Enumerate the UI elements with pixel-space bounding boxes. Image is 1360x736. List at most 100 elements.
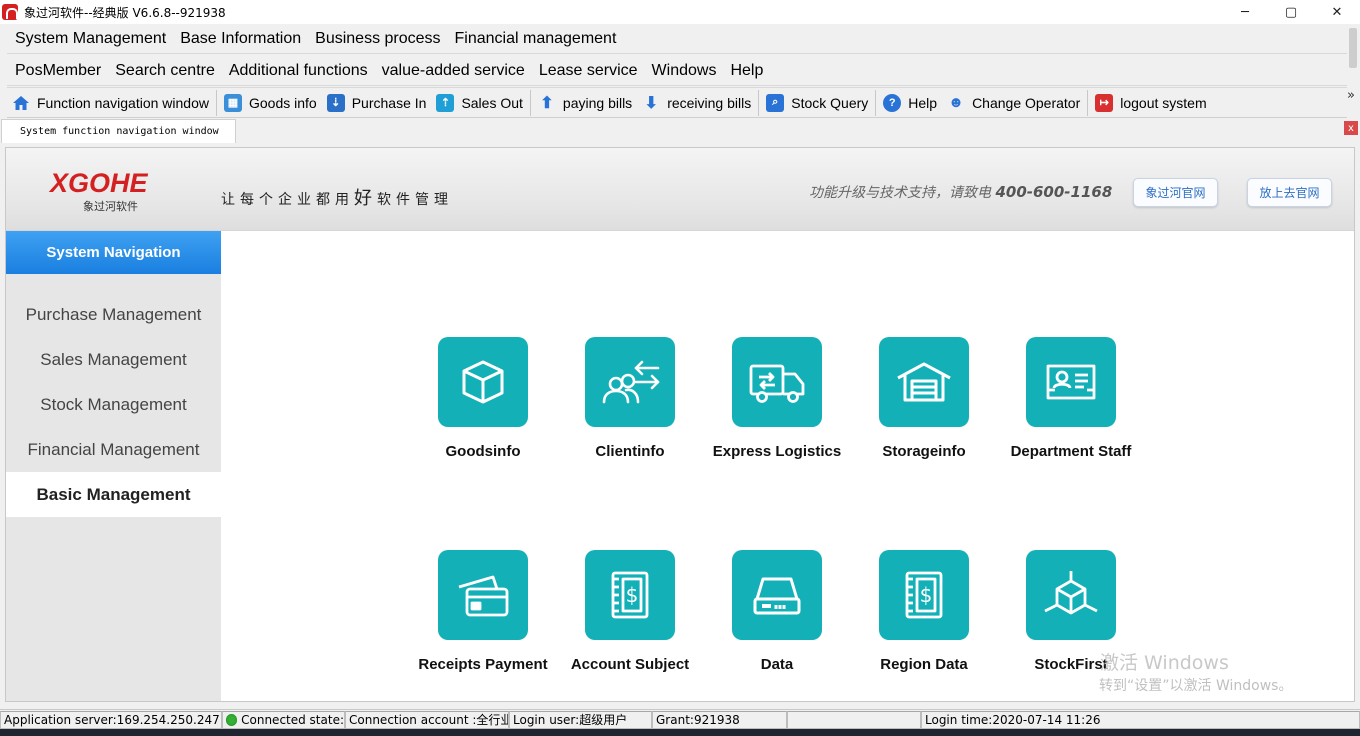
status-empty bbox=[787, 710, 921, 729]
sidebar-item-stock-management[interactable]: Stock Management bbox=[6, 382, 221, 427]
paying-bills-label: paying bills bbox=[562, 94, 633, 111]
sidebar-item-purchase-management[interactable]: Purchase Management bbox=[6, 292, 221, 337]
warehouse-icon bbox=[879, 337, 969, 427]
menu-financial-management[interactable]: Financial management bbox=[455, 30, 617, 48]
goods-info-button[interactable]: ▦ Goods info bbox=[219, 89, 322, 117]
sidebar-item-financial-management[interactable]: Financial Management bbox=[6, 427, 221, 472]
tile-label: Region Data bbox=[880, 656, 968, 673]
tile-label: Data bbox=[760, 656, 794, 673]
brand-logo-subtitle: 象过河软件 bbox=[83, 200, 138, 213]
menu-additional-functions[interactable]: Additional functions bbox=[229, 62, 368, 80]
goods-icon: ▦ bbox=[224, 93, 242, 112]
status-grant: Grant:921938 bbox=[652, 710, 787, 729]
drive-icon bbox=[732, 550, 822, 640]
change-operator-label: Change Operator bbox=[972, 94, 1081, 111]
help-button[interactable]: ? Help bbox=[878, 89, 942, 117]
cloud-site-button[interactable]: 放上去官网 bbox=[1247, 178, 1332, 207]
id-card-icon bbox=[1026, 337, 1116, 427]
window-title: 象过河软件--经典版 V6.6.8--921938 bbox=[24, 5, 226, 20]
brand-logo: XGOHE bbox=[50, 168, 148, 198]
receiving-bills-label: receiving bills bbox=[667, 94, 752, 111]
system-navigation-sidebar: System Navigation Purchase Management Sa… bbox=[6, 231, 221, 701]
menu-scrollbar-thumb[interactable] bbox=[1349, 28, 1357, 68]
activation-watermark-hint: 转到“设置”以激活 Windows。 bbox=[1099, 678, 1293, 694]
cube-icon bbox=[1026, 550, 1116, 640]
stock-query-button[interactable]: ⌕ Stock Query bbox=[761, 89, 873, 117]
stock-query-icon: ⌕ bbox=[766, 93, 785, 112]
change-operator-button[interactable]: ☻ Change Operator bbox=[942, 89, 1085, 117]
logout-button[interactable]: ↦ logout system bbox=[1090, 89, 1211, 117]
paying-bills-icon: ⬆ bbox=[540, 94, 554, 112]
paying-bills-button[interactable]: ⬆ paying bills bbox=[533, 89, 637, 117]
box-icon bbox=[438, 337, 528, 427]
svg-text:$: $ bbox=[626, 583, 639, 607]
tile-label: Express Logistics bbox=[712, 443, 842, 460]
toolbar-overflow-icon[interactable]: » bbox=[1347, 88, 1355, 103]
stock-query-label: Stock Query bbox=[791, 94, 869, 111]
title-bar: 象过河软件--经典版 V6.6.8--921938 ─ ▢ ✕ bbox=[0, 0, 1360, 24]
support-phone: 400-600-1168 bbox=[995, 183, 1113, 201]
slogan-emphasis: 好 bbox=[354, 188, 377, 209]
receiving-bills-icon: ⬇ bbox=[644, 94, 658, 112]
toolbar-divider bbox=[529, 89, 531, 116]
connected-status-icon bbox=[226, 713, 238, 726]
support-info: 功能升级与技术支持，请致电 400-600-1168 bbox=[809, 182, 1112, 202]
status-account: Connection account :全行业 bbox=[345, 710, 509, 729]
taskbar-edge bbox=[0, 729, 1360, 736]
truck-icon bbox=[732, 337, 822, 427]
menu-search-centre[interactable]: Search centre bbox=[115, 62, 215, 80]
menu-bar-primary: System Management Base Information Busin… bbox=[7, 24, 1347, 54]
menu-value-added-service[interactable]: value-added service bbox=[382, 62, 525, 80]
official-site-button[interactable]: 象过河官网 bbox=[1133, 178, 1218, 207]
banner: XGOHE 象过河软件 让每个企业都用好软件管理 功能升级与技术支持，请致电 4… bbox=[6, 148, 1354, 231]
app-logo-icon bbox=[2, 4, 18, 20]
sidebar-header: System Navigation bbox=[6, 231, 221, 274]
tile-label: Receipts Payment bbox=[418, 656, 548, 673]
activation-watermark-title: 激活 Windows bbox=[1100, 652, 1229, 674]
tile-label: Goodsinfo bbox=[445, 443, 521, 460]
help-label: Help bbox=[908, 94, 938, 111]
logout-icon: ↦ bbox=[1095, 93, 1114, 112]
status-connection: Connected state: bbox=[222, 710, 345, 729]
menu-windows[interactable]: Windows bbox=[652, 62, 717, 80]
maximize-button[interactable]: ▢ bbox=[1268, 0, 1314, 24]
purchase-in-icon: ⇣ bbox=[326, 93, 345, 112]
sales-out-button[interactable]: ⇡ Sales Out bbox=[431, 89, 527, 117]
menu-scrollbar[interactable] bbox=[1347, 24, 1360, 118]
close-window-button[interactable]: ✕ bbox=[1314, 0, 1360, 24]
menu-bar-secondary: PosMember Search centre Additional funct… bbox=[7, 56, 1347, 86]
menu-help[interactable]: Help bbox=[730, 62, 763, 80]
sidebar-item-basic-management[interactable]: Basic Management bbox=[6, 472, 221, 517]
purchase-in-button[interactable]: ⇣ Purchase In bbox=[322, 89, 432, 117]
svg-text:$: $ bbox=[920, 583, 933, 607]
menu-system-management[interactable]: System Management bbox=[15, 30, 166, 48]
client-exchange-icon bbox=[585, 337, 675, 427]
receiving-bills-button[interactable]: ⬇ receiving bills bbox=[637, 89, 756, 117]
ledger-icon: $ bbox=[879, 550, 969, 640]
menu-business-process[interactable]: Business process bbox=[315, 30, 440, 48]
tab-system-function-navigation[interactable]: System function navigation window bbox=[1, 119, 236, 143]
sales-out-icon: ⇡ bbox=[436, 93, 455, 112]
status-connected-label: Connected state: bbox=[241, 712, 344, 727]
minimize-button[interactable]: ─ bbox=[1222, 0, 1268, 24]
navigation-content: XGOHE 象过河软件 让每个企业都用好软件管理 功能升级与技术支持，请致电 4… bbox=[5, 147, 1355, 702]
home-icon bbox=[12, 94, 30, 112]
support-text: 功能升级与技术支持，请致电 bbox=[809, 185, 991, 201]
help-icon: ? bbox=[883, 93, 902, 112]
goods-info-label: Goods info bbox=[249, 94, 317, 111]
menu-posmember[interactable]: PosMember bbox=[15, 62, 101, 80]
toolbar-divider bbox=[1087, 89, 1089, 116]
purchase-in-label: Purchase In bbox=[351, 94, 427, 111]
close-tab-icon[interactable]: x bbox=[1344, 121, 1358, 135]
status-login-time: Login time:2020-07-14 11:26 bbox=[921, 710, 1360, 729]
toolbar: Function navigation window ▦ Goods info … bbox=[7, 87, 1355, 118]
menu-base-information[interactable]: Base Information bbox=[180, 30, 301, 48]
menu-lease-service[interactable]: Lease service bbox=[539, 62, 638, 80]
tile-label: Department Staff bbox=[1010, 443, 1132, 460]
sidebar-item-sales-management[interactable]: Sales Management bbox=[6, 337, 221, 382]
slogan: 让每个企业都用好软件管理 bbox=[221, 184, 453, 210]
function-navigation-label: Function navigation window bbox=[37, 94, 209, 111]
tile-label: Account Subject bbox=[570, 656, 690, 673]
function-navigation-button[interactable]: Function navigation window bbox=[7, 89, 214, 117]
status-app-server: Application server:169.254.250.247:808 bbox=[0, 710, 222, 729]
